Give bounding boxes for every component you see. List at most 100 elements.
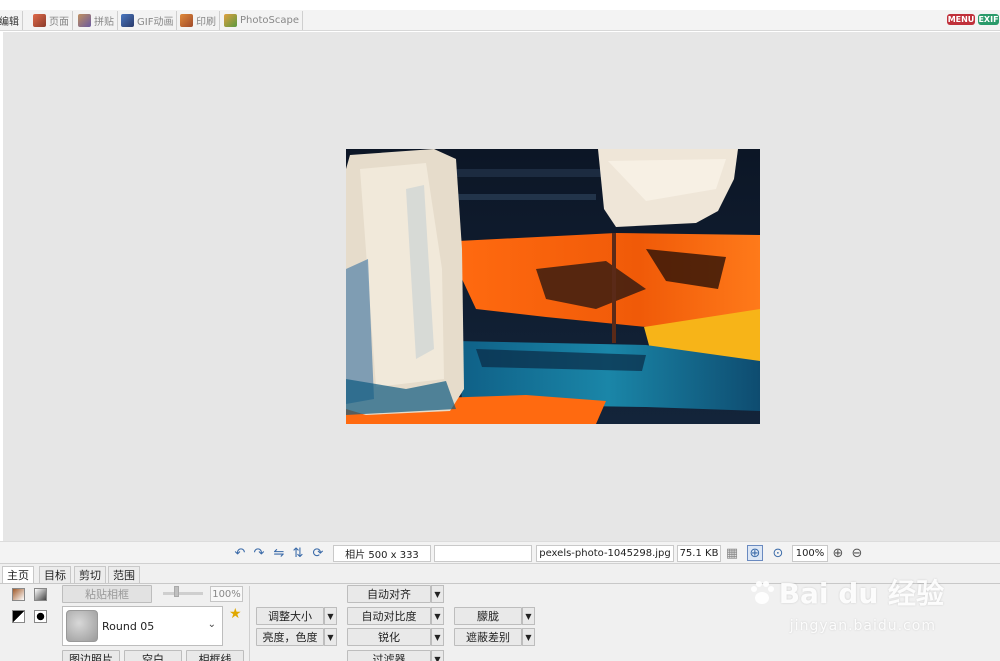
tab-crop-label: 剪切: [79, 569, 101, 582]
tab-crop[interactable]: 剪切: [74, 566, 106, 583]
auto-level-button[interactable]: 自动对齐: [347, 585, 431, 603]
brightness-dropdown-icon[interactable]: ▼: [324, 628, 337, 646]
opacity-slider-track[interactable]: [163, 592, 203, 595]
tab-collage-label: 拼贴: [94, 17, 114, 28]
flip-horizontal-icon[interactable]: ⇋: [271, 545, 287, 561]
photoscape-icon: [224, 14, 237, 27]
star-icon[interactable]: ★: [229, 606, 242, 622]
auto-level-dropdown-icon[interactable]: ▼: [431, 585, 444, 603]
chevron-down-icon: ⌄: [207, 619, 216, 630]
blank-button[interactable]: 空白: [124, 650, 182, 661]
tab-edit-label: 编辑: [0, 17, 19, 28]
file-size: 75.1 KB: [677, 545, 721, 562]
zoom-fit-icon[interactable]: ⊕: [747, 545, 763, 561]
brightness-label: 亮度，色度: [262, 631, 318, 644]
tab-print[interactable]: 印刷: [177, 11, 220, 30]
paw-icon: [750, 581, 774, 604]
gray-gradient-icon[interactable]: [34, 588, 47, 601]
sharpen-label: 锐化: [378, 631, 400, 644]
abstract-painting-image: [346, 149, 760, 424]
tab-object[interactable]: 目标: [39, 566, 71, 583]
frame-line-label: 相框线: [198, 653, 232, 661]
tab-photoscape-label: PhotoScape: [240, 15, 299, 26]
image-dimensions-text: 相片 500 x 333: [345, 550, 419, 561]
tab-edit[interactable]: 编辑: [0, 11, 23, 30]
backlight-dropdown-icon[interactable]: ▼: [522, 607, 535, 625]
opacity-slider-thumb[interactable]: [174, 586, 179, 597]
brightness-button[interactable]: 亮度，色度: [256, 628, 324, 646]
filter-button[interactable]: 过滤器: [347, 650, 431, 661]
resize-label: 调整大小: [268, 610, 312, 623]
print-icon: [180, 14, 193, 27]
frame-photo-button[interactable]: 图边照片: [62, 650, 120, 661]
sharpen-button[interactable]: 锐化: [347, 628, 431, 646]
tab-home[interactable]: 主页: [2, 566, 34, 583]
tab-collage[interactable]: 拼贴: [75, 11, 118, 30]
tab-photoscape[interactable]: PhotoScape: [221, 11, 303, 30]
filter-label: 过滤器: [372, 653, 406, 661]
auto-level-label: 自动对齐: [367, 588, 411, 601]
zoom-level-text: 100%: [795, 548, 825, 559]
panel-separator: [249, 586, 250, 661]
tab-print-label: 印刷: [196, 17, 216, 28]
filter-dropdown-icon[interactable]: ▼: [431, 650, 444, 661]
invert-icon[interactable]: [12, 610, 25, 623]
opacity-value-text: 100%: [212, 588, 241, 600]
mode-tabbar: 编辑 页面 拼贴 GIF动画 印刷 PhotoScape: [0, 10, 1000, 31]
vignette-label: 遮蔽差别: [466, 631, 510, 644]
resize-button[interactable]: 调整大小: [256, 607, 324, 625]
opacity-value[interactable]: 100%: [210, 586, 243, 602]
tab-page-label: 页面: [49, 17, 69, 28]
color-gradient-icon[interactable]: [12, 588, 25, 601]
straighten-icon[interactable]: ⟳: [310, 545, 326, 561]
image-canvas[interactable]: [3, 32, 1000, 541]
zoom-actual-icon[interactable]: ⊙: [770, 545, 786, 561]
top-margin: [0, 0, 1000, 10]
watermark-brand: Bai du 经验: [778, 577, 944, 610]
auto-contrast-dropdown-icon[interactable]: ▼: [431, 607, 444, 625]
flip-vertical-icon[interactable]: ⇅: [290, 545, 306, 561]
file-name-text: pexels-photo-1045298.jpg: [539, 548, 671, 559]
tab-range[interactable]: 范围: [108, 566, 140, 583]
file-name: pexels-photo-1045298.jpg: [536, 545, 674, 562]
frame-select[interactable]: Round 05 ⌄: [62, 606, 223, 646]
exif-button[interactable]: EXIF: [978, 14, 999, 25]
exif-label: EXIF: [978, 15, 999, 24]
file-size-text: 75.1 KB: [679, 548, 719, 559]
sharpen-dropdown-icon[interactable]: ▼: [431, 628, 444, 646]
resize-dropdown-icon[interactable]: ▼: [324, 607, 337, 625]
gif-icon: [121, 14, 134, 27]
menu-button[interactable]: MENU: [947, 14, 975, 25]
zoom-in-icon[interactable]: ⊕: [830, 545, 846, 561]
vignette-button[interactable]: 遮蔽差别: [454, 628, 522, 646]
vignette-icon[interactable]: [34, 610, 47, 623]
checkerboard-icon[interactable]: ▦: [724, 545, 740, 561]
tab-page[interactable]: 页面: [30, 11, 73, 30]
frame-photo-label: 图边照片: [69, 653, 113, 661]
paste-frame-label: 粘贴相框: [85, 588, 129, 601]
collage-icon: [78, 14, 91, 27]
blank-label: 空白: [142, 653, 164, 661]
tab-range-label: 范围: [113, 569, 135, 582]
status-empty-field: [434, 545, 532, 562]
photoscape-window: 编辑 页面 拼贴 GIF动画 印刷 PhotoScape MENU EXIF ↶…: [0, 0, 1000, 661]
tab-object-label: 目标: [44, 569, 66, 582]
rotate-right-icon[interactable]: ↷: [251, 545, 267, 561]
zoom-out-icon[interactable]: ⊖: [849, 545, 865, 561]
backlight-button[interactable]: 朦胧: [454, 607, 522, 625]
frame-line-button[interactable]: 相框线: [186, 650, 244, 661]
photo-image: [346, 149, 760, 424]
watermark-url: jingyan.baidu.com: [789, 618, 936, 634]
tab-gif[interactable]: GIF动画: [118, 11, 178, 30]
frame-select-value: Round 05: [102, 619, 155, 633]
vignette-dropdown-icon[interactable]: ▼: [522, 628, 535, 646]
auto-contrast-button[interactable]: 自动对比度: [347, 607, 431, 625]
tab-gif-label: GIF动画: [137, 17, 174, 28]
baidu-watermark: Bai du 经验: [747, 572, 944, 612]
zoom-level: 100%: [792, 545, 828, 562]
image-dimensions: 相片 500 x 333: [333, 545, 431, 562]
backlight-label: 朦胧: [477, 610, 499, 623]
tab-home-label: 主页: [7, 569, 29, 582]
rotate-left-icon[interactable]: ↶: [232, 545, 248, 561]
paste-frame-button[interactable]: 粘贴相框: [62, 585, 152, 603]
